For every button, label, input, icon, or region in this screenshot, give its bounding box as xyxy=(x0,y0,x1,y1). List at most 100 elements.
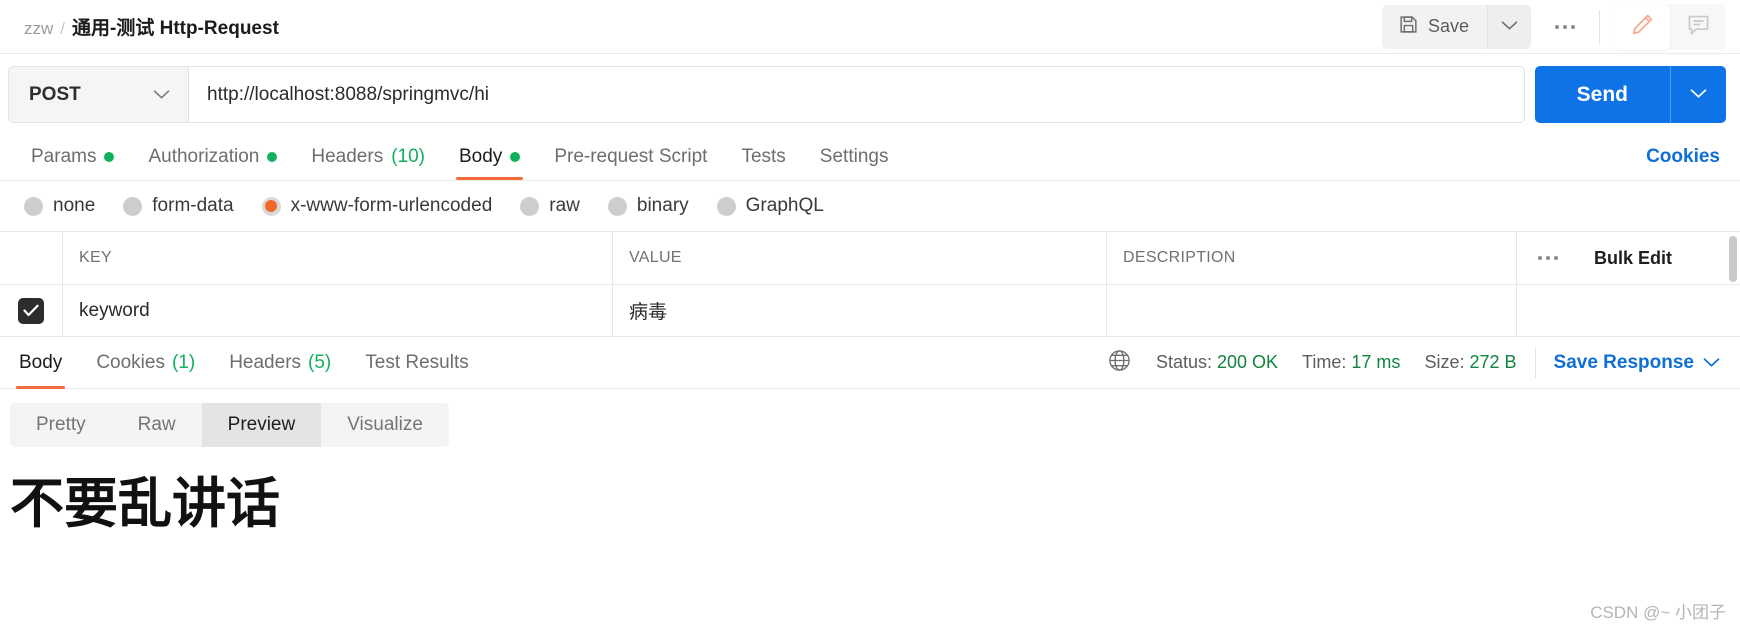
tab-label: Headers xyxy=(311,146,384,167)
body-type-label: form-data xyxy=(152,195,234,216)
radio-icon xyxy=(520,196,540,216)
body-type-label: raw xyxy=(549,195,580,216)
save-button-group: Save xyxy=(1381,4,1531,49)
send-button[interactable]: Send xyxy=(1534,66,1670,123)
table-scrollbar[interactable] xyxy=(1726,232,1740,284)
url-input[interactable] xyxy=(189,67,1524,122)
status-value: 200 OK xyxy=(1217,352,1279,372)
header-actions: Save xyxy=(1381,3,1740,50)
tab-headers[interactable]: Headers (10) xyxy=(294,146,442,180)
response-body-preview: 不要乱讲话 xyxy=(0,447,1740,631)
page-title: 通用-测试 Http-Request xyxy=(72,18,279,39)
column-header-key: KEY xyxy=(79,249,112,266)
save-button-label: Save xyxy=(1427,16,1469,36)
time-value: 17 ms xyxy=(1351,352,1401,372)
header-value-cell: VALUE xyxy=(612,232,1106,284)
response-body-text: 不要乱讲话 xyxy=(10,474,280,534)
tab-label: Authorization xyxy=(148,146,260,167)
table-header-row: KEY VALUE DESCRIPTION Bulk Edit xyxy=(0,232,1740,285)
status-dot-icon xyxy=(267,152,278,162)
body-type-form-data[interactable]: form-data xyxy=(113,195,251,217)
status-label: Status: xyxy=(1155,352,1212,372)
tab-pre-request-script[interactable]: Pre-request Script xyxy=(537,146,724,180)
status-dot-icon xyxy=(510,152,521,162)
table-options-button[interactable] xyxy=(1516,232,1578,284)
breadcrumb-workspace[interactable]: zzw xyxy=(24,19,53,39)
response-tab-cookies[interactable]: Cookies (1) xyxy=(79,337,212,389)
save-response-button[interactable]: Save Response xyxy=(1536,352,1740,374)
save-button[interactable]: Save xyxy=(1381,4,1487,49)
body-type-binary[interactable]: binary xyxy=(598,195,707,217)
status-dot-icon xyxy=(104,152,115,162)
size-value: 272 B xyxy=(1469,352,1517,372)
header-description-cell: DESCRIPTION xyxy=(1106,232,1516,284)
body-type-raw[interactable]: raw xyxy=(510,195,598,217)
row-value-cell[interactable]: 病毒 xyxy=(612,285,1106,336)
column-header-value: VALUE xyxy=(629,249,682,266)
row-checkbox[interactable] xyxy=(18,297,44,324)
floppy-disk-icon xyxy=(1398,14,1419,40)
url-input-group: POST xyxy=(8,66,1525,123)
scrollbar-thumb[interactable] xyxy=(1729,236,1737,282)
comments-button[interactable] xyxy=(1670,4,1726,50)
tab-label: Params xyxy=(31,146,97,167)
radio-icon xyxy=(716,196,736,216)
postman-request-window: zzw / 通用-测试 Http-Request Save POST http:… xyxy=(0,0,1740,631)
response-tab-body[interactable]: Body xyxy=(2,337,79,389)
radio-selected-icon xyxy=(261,196,281,216)
tab-tests[interactable]: Tests xyxy=(724,146,802,180)
send-options-button[interactable] xyxy=(1670,66,1726,123)
viewer-mode-group: Pretty Raw Preview Visualize xyxy=(10,403,449,447)
chevron-down-icon xyxy=(1703,352,1720,374)
viewer-mode-preview[interactable]: Preview xyxy=(201,403,322,447)
http-method-selector[interactable]: POST xyxy=(9,67,189,122)
body-type-x-www-form-urlencoded[interactable]: x-www-form-urlencoded xyxy=(252,195,511,217)
size-label: Size: xyxy=(1424,352,1465,372)
tab-authorization[interactable]: Authorization xyxy=(131,146,294,180)
row-description-cell[interactable] xyxy=(1106,285,1516,336)
table-row: keyword 病毒 xyxy=(0,285,1740,337)
bulk-edit-button[interactable]: Bulk Edit xyxy=(1594,248,1672,269)
radio-icon xyxy=(24,196,43,216)
status-badge: Status: 200 OK xyxy=(1156,352,1278,373)
response-tab-label: Test Results xyxy=(365,351,469,373)
response-tab-test-results[interactable]: Test Results xyxy=(348,337,485,389)
response-tab-headers[interactable]: Headers (5) xyxy=(212,337,348,389)
body-type-label: x-www-form-urlencoded xyxy=(290,195,493,216)
save-options-button[interactable] xyxy=(1487,4,1531,49)
ellipsis-icon xyxy=(1555,24,1575,29)
column-header-description: DESCRIPTION xyxy=(1123,249,1236,266)
header-checkbox-cell xyxy=(0,232,62,284)
response-meta: Status: 200 OK Time: 17 ms Size: 272 B xyxy=(1107,348,1535,378)
tab-params[interactable]: Params xyxy=(14,146,131,180)
tab-count: (10) xyxy=(391,146,425,167)
response-tab-label: Cookies xyxy=(96,351,165,373)
edit-request-button[interactable] xyxy=(1614,3,1670,50)
header-more-button[interactable] xyxy=(1537,5,1593,49)
response-tab-count: (1) xyxy=(171,351,196,373)
body-type-none[interactable]: none xyxy=(14,195,113,217)
viewer-mode-raw[interactable]: Raw xyxy=(112,403,202,447)
row-value-value: 病毒 xyxy=(629,302,668,323)
request-tabs: Params Authorization Headers (10) Body P… xyxy=(0,133,1740,181)
response-tab-label: Headers xyxy=(229,351,302,373)
tab-body[interactable]: Body xyxy=(442,146,537,180)
viewer-mode-visualize[interactable]: Visualize xyxy=(321,403,449,447)
ellipsis-icon xyxy=(1537,256,1558,260)
viewer-mode-pretty[interactable]: Pretty xyxy=(10,403,112,447)
send-button-group: Send xyxy=(1534,66,1726,123)
body-type-graphql[interactable]: GraphQL xyxy=(707,195,842,217)
params-table: KEY VALUE DESCRIPTION Bulk Edit keyword … xyxy=(0,231,1740,337)
response-viewer-toolbar: Pretty Raw Preview Visualize xyxy=(0,389,1740,447)
breadcrumb-separator: / xyxy=(60,19,66,38)
size-badge: Size: 272 B xyxy=(1424,352,1516,373)
row-key-cell[interactable]: keyword xyxy=(62,285,612,336)
tab-label: Settings xyxy=(819,146,889,167)
tab-settings[interactable]: Settings xyxy=(803,146,906,180)
response-tab-label: Body xyxy=(19,351,63,373)
cookies-link[interactable]: Cookies xyxy=(1646,146,1720,180)
response-tab-count: (5) xyxy=(308,351,332,373)
http-method-value: POST xyxy=(29,83,81,105)
header-key-cell: KEY xyxy=(62,232,612,284)
row-spacer-cell xyxy=(1516,285,1578,336)
